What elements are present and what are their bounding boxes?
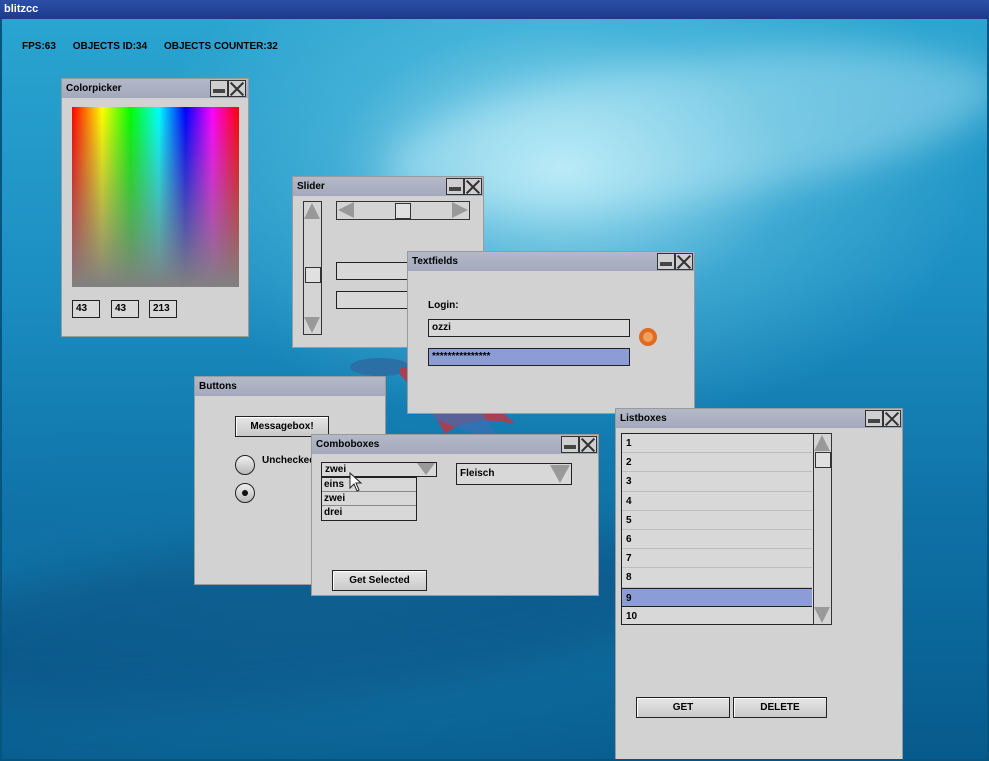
minimize-button[interactable] [561, 436, 579, 453]
textfields-title-bar[interactable]: Textfields [408, 252, 694, 271]
app-window: blitzcc FPS:63 OBJECTS ID:34 OBJECTS COU… [0, 0, 989, 761]
scroll-up-arrow-icon[interactable] [814, 435, 830, 451]
comboboxes-window: Comboboxes zwei eins zwei drei Fleisch G… [311, 434, 599, 596]
fps-counter: FPS:63 [22, 41, 56, 52]
minimize-button[interactable] [446, 178, 464, 195]
close-button[interactable] [228, 80, 246, 97]
close-button[interactable] [579, 436, 597, 453]
objects-id-counter: OBJECTS ID:34 [72, 41, 148, 52]
slider-right-arrow-icon[interactable] [452, 202, 468, 218]
delete-button[interactable]: DELETE [733, 697, 827, 718]
buttons-title: Buttons [199, 381, 237, 392]
minimize-button[interactable] [657, 253, 675, 270]
listbox-item[interactable]: 7 [622, 549, 812, 569]
combobox-1-dropdown: eins zwei drei [321, 477, 417, 521]
combobox-option[interactable]: zwei [322, 492, 416, 506]
colorpicker-title: Colorpicker [66, 83, 122, 94]
listbox-item[interactable]: 9 [622, 587, 812, 607]
radio-checked[interactable] [235, 483, 255, 503]
close-button[interactable] [883, 410, 901, 427]
mouse-cursor-icon [349, 472, 363, 492]
textfields-window: Textfields Login: ozzi *************** [407, 251, 695, 414]
desktop-background: FPS:63 OBJECTS ID:34 OBJECTS COUNTER:32 … [2, 19, 987, 759]
get-button[interactable]: GET [636, 697, 730, 718]
combobox-2[interactable]: Fleisch [456, 463, 572, 485]
vertical-slider-thumb[interactable] [305, 267, 321, 283]
red-value-field[interactable]: 43 [72, 300, 100, 318]
listbox-item[interactable]: 3 [622, 472, 812, 492]
listbox-item[interactable]: 6 [622, 530, 812, 550]
horizontal-slider-thumb[interactable] [395, 203, 411, 219]
minimize-button[interactable] [865, 410, 883, 427]
combobox-2-value: Fleisch [460, 468, 495, 479]
listbox-item[interactable]: 5 [622, 511, 812, 530]
stats-bar: FPS:63 OBJECTS ID:34 OBJECTS COUNTER:32 [22, 41, 292, 52]
get-selected-button[interactable]: Get Selected [332, 570, 427, 591]
combobox-1-value: zwei [325, 464, 347, 475]
slider-title-bar[interactable]: Slider [293, 177, 483, 196]
combobox-option[interactable]: eins [322, 478, 416, 492]
combobox-1[interactable]: zwei [321, 462, 437, 477]
listboxes-title-bar[interactable]: Listboxes [616, 409, 902, 428]
listbox-scrollbar[interactable] [813, 433, 832, 625]
chevron-down-icon[interactable] [417, 463, 435, 475]
chevron-down-icon[interactable] [550, 465, 570, 483]
loading-spinner-icon [639, 328, 657, 346]
objects-counter: OBJECTS COUNTER:32 [163, 41, 278, 52]
minimize-button[interactable] [210, 80, 228, 97]
listbox-item[interactable]: 1 [622, 434, 812, 454]
colorpicker-window: Colorpicker 43 43 213 [61, 78, 249, 337]
scroll-down-arrow-icon[interactable] [814, 607, 830, 623]
close-button[interactable] [675, 253, 693, 270]
listbox-items: 1 2 3 4 5 6 7 8 9 10 [622, 434, 812, 626]
slider-title: Slider [297, 181, 325, 192]
scrollbar-thumb[interactable] [815, 452, 831, 468]
listbox-item[interactable]: 4 [622, 492, 812, 511]
listbox-item[interactable]: 8 [622, 568, 812, 588]
password-input[interactable]: *************** [428, 348, 630, 366]
combobox-option[interactable]: drei [322, 506, 416, 520]
comboboxes-title: Comboboxes [316, 439, 380, 450]
slider-up-arrow-icon[interactable] [304, 203, 320, 219]
radio-dot-icon [242, 490, 248, 496]
colorpicker-title-bar[interactable]: Colorpicker [62, 79, 248, 98]
listbox-item[interactable]: 2 [622, 453, 812, 473]
listbox-item[interactable]: 10 [622, 607, 812, 626]
listbox[interactable]: 1 2 3 4 5 6 7 8 9 10 [621, 433, 832, 626]
app-title-bar: blitzcc [0, 0, 989, 19]
slider-left-arrow-icon[interactable] [338, 202, 354, 218]
close-button[interactable] [464, 178, 482, 195]
green-value-field[interactable]: 43 [111, 300, 139, 318]
listboxes-window: Listboxes 1 2 3 4 5 6 7 8 9 10 GET DELETE [615, 408, 903, 759]
textfields-title: Textfields [412, 256, 458, 267]
buttons-title-bar[interactable]: Buttons [195, 377, 385, 396]
slider-down-arrow-icon[interactable] [304, 317, 320, 333]
color-spectrum[interactable] [72, 107, 239, 287]
login-input[interactable]: ozzi [428, 319, 630, 337]
blue-value-field[interactable]: 213 [149, 300, 177, 318]
listboxes-title: Listboxes [620, 413, 667, 424]
login-label: Login: [428, 300, 459, 311]
horizontal-slider[interactable] [336, 201, 470, 220]
comboboxes-title-bar[interactable]: Comboboxes [312, 435, 598, 454]
vertical-slider[interactable] [303, 201, 322, 335]
radio-label: Unchecked [262, 455, 316, 466]
radio-unchecked[interactable] [235, 455, 255, 475]
